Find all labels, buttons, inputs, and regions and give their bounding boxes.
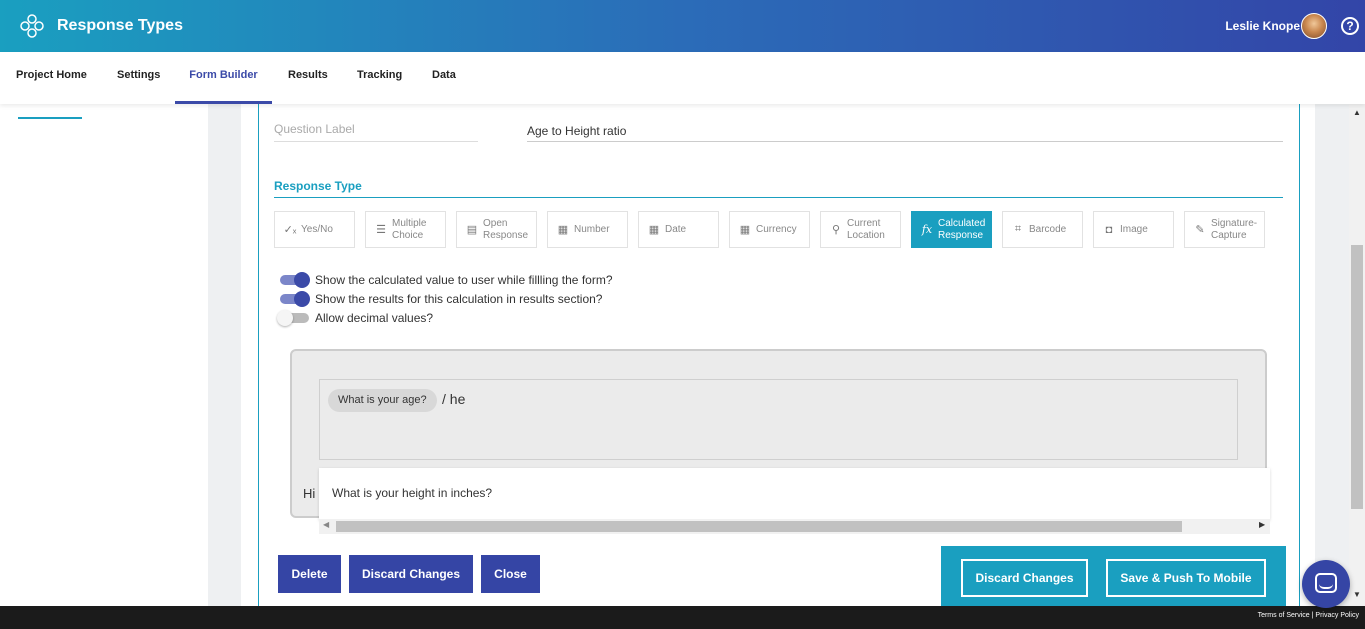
app-logo-icon[interactable] [20, 14, 44, 38]
type-label: Currency [756, 223, 797, 235]
terms-link[interactable]: Terms of Service [1258, 612, 1310, 619]
allow-decimal-toggle[interactable] [277, 310, 309, 326]
tab-form-builder[interactable]: Form Builder [175, 52, 272, 104]
type-calculated-response-button[interactable]: fx Calculated Response [911, 211, 992, 248]
formula-hint-text: Hi [303, 486, 316, 501]
tab-project-home[interactable]: Project Home [16, 52, 87, 104]
type-label: Open Response [483, 217, 529, 241]
formula-text: / he [442, 391, 466, 407]
top-header: Response Types Leslie Knope ? [0, 0, 1365, 52]
divider [274, 197, 1283, 198]
autocomplete-option[interactable]: What is your height in inches? [332, 486, 492, 500]
show-value-toggle[interactable] [280, 272, 310, 288]
discard-changes-button[interactable]: Discard Changes [349, 555, 473, 593]
scroll-up-icon[interactable]: ▲ [1353, 108, 1361, 117]
formula-question-chip[interactable]: What is your age? [328, 389, 437, 412]
camera-icon: ◘ [1105, 223, 1113, 236]
type-label: Calculated Response [938, 217, 986, 241]
avatar[interactable] [1301, 13, 1327, 39]
type-current-location-button[interactable]: ⚲ Current Location [820, 211, 901, 248]
allow-decimal-label: Allow decimal values? [315, 311, 434, 325]
sidebar [0, 104, 208, 606]
tab-tracking[interactable]: Tracking [357, 52, 402, 104]
type-label: Multiple Choice [392, 217, 427, 241]
delete-button[interactable]: Delete [278, 555, 341, 593]
scroll-right-icon[interactable]: ▶ [1259, 520, 1265, 529]
chat-icon [1315, 573, 1337, 593]
type-label: Barcode [1029, 223, 1067, 235]
type-currency-button[interactable]: ▦ Currency [729, 211, 810, 248]
tab-results[interactable]: Results [288, 52, 328, 104]
barcode-icon: ⌗ [1014, 223, 1022, 235]
main-nav: Project Home Settings Form Builder Resul… [0, 52, 1365, 104]
bottom-bar [0, 606, 1365, 629]
question-label-input[interactable]: Age to Height ratio [527, 124, 626, 138]
help-icon[interactable]: ? [1341, 17, 1359, 35]
footer-links: Terms of Service | Privacy Policy [1257, 612, 1359, 619]
scroll-down-icon[interactable]: ▼ [1353, 590, 1361, 599]
sidebar-active-indicator [18, 117, 82, 119]
type-label: Signature-Capture [1211, 217, 1258, 241]
yes-no-icon: ✓ₓ [283, 224, 297, 236]
type-label: Yes/No [301, 223, 333, 235]
type-signature-capture-button[interactable]: ✎ Signature-Capture [1184, 211, 1265, 248]
type-label: Date [665, 223, 687, 235]
input-underline [527, 141, 1283, 142]
tab-data[interactable]: Data [432, 52, 456, 104]
user-name[interactable]: Leslie Knope [1225, 19, 1300, 33]
divider [274, 141, 478, 142]
pen-icon: ✎ [1195, 224, 1205, 236]
location-pin-icon: ⚲ [831, 224, 841, 236]
type-number-button[interactable]: ▦ Number [547, 211, 628, 248]
type-date-button[interactable]: ▦ Date [638, 211, 719, 248]
response-type-heading: Response Type [274, 179, 362, 193]
type-multiple-choice-button[interactable]: ☰ Multiple Choice [365, 211, 446, 248]
toggle-knob [294, 272, 310, 288]
show-results-toggle[interactable] [280, 291, 310, 307]
show-value-label: Show the calculated value to user while … [315, 273, 613, 287]
type-label: Image [1120, 223, 1148, 235]
save-push-mobile-button[interactable]: Save & Push To Mobile [1106, 559, 1266, 597]
text-box-icon: ▤ [466, 224, 478, 236]
question-label-placeholder: Question Label [274, 122, 355, 136]
scrollbar-thumb[interactable] [1351, 245, 1363, 509]
tab-settings[interactable]: Settings [117, 52, 160, 104]
close-button[interactable]: Close [481, 555, 540, 593]
type-yes-no-button[interactable]: ✓ₓ Yes/No [274, 211, 355, 248]
type-image-button[interactable]: ◘ Image [1093, 211, 1174, 248]
scrollbar-thumb[interactable] [336, 521, 1182, 532]
type-label: Number [574, 223, 610, 235]
footer-discard-changes-button[interactable]: Discard Changes [961, 559, 1088, 597]
scroll-left-icon[interactable]: ◀ [323, 520, 329, 529]
type-open-response-button[interactable]: ▤ Open Response [456, 211, 537, 248]
type-label: Current Location [847, 217, 885, 241]
function-icon: fx [921, 223, 933, 236]
calculator-icon: ▦ [557, 224, 569, 236]
chat-support-button[interactable] [1302, 560, 1350, 608]
currency-icon: ▦ [739, 224, 751, 236]
show-results-label: Show the results for this calculation in… [315, 292, 603, 306]
page-title: Response Types [57, 17, 183, 34]
list-icon: ☰ [376, 224, 386, 236]
privacy-link[interactable]: Privacy Policy [1315, 612, 1359, 619]
toggle-knob [277, 310, 293, 326]
calendar-icon: ▦ [648, 224, 660, 236]
type-barcode-button[interactable]: ⌗ Barcode [1002, 211, 1083, 248]
toggle-knob [294, 291, 310, 307]
